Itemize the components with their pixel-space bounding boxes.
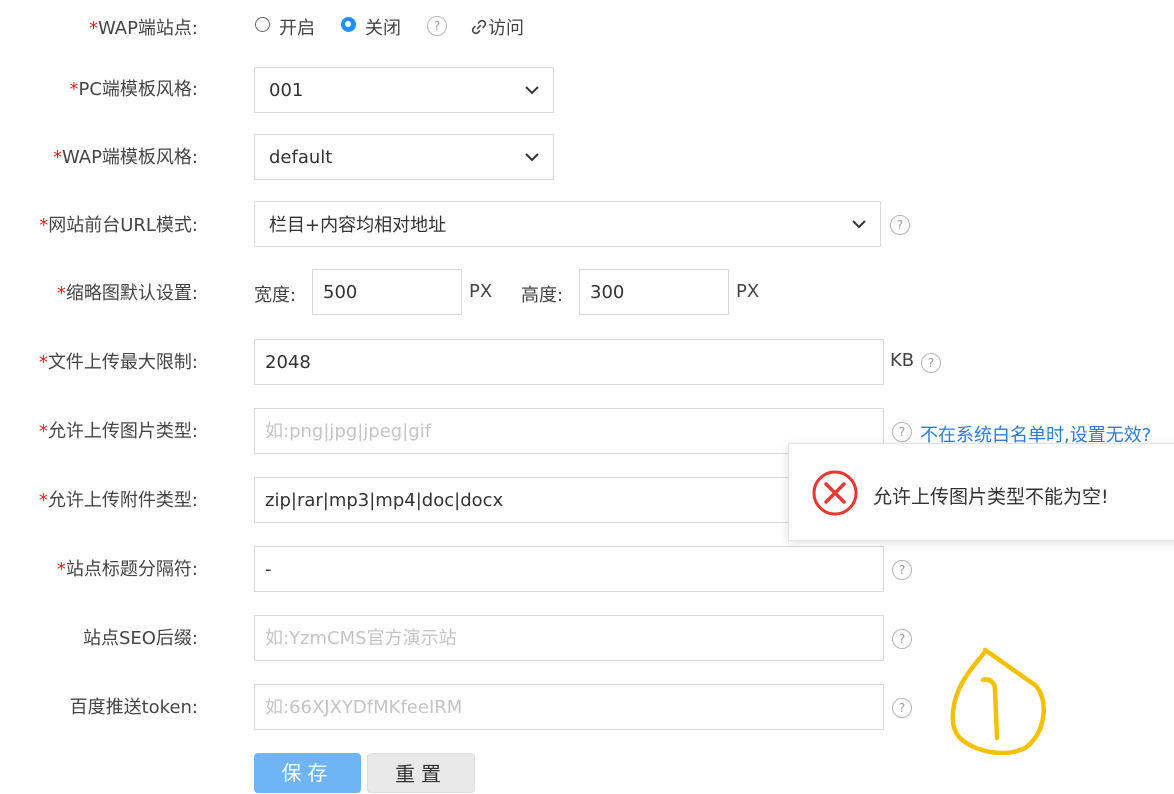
upload-max-row: *文件上传最大限制: KB ? [0,339,1174,385]
baidu-token-input[interactable] [254,684,884,730]
thumb-width-input[interactable] [312,269,462,315]
save-button[interactable]: 保存 [254,753,361,793]
wap-site-row: *WAP端站点: 开启 关闭 ? 访问 [0,14,1174,40]
wap-template-select[interactable]: default [254,134,554,180]
radio-wap-off[interactable] [341,17,356,32]
help-icon[interactable]: ? [921,353,941,373]
reset-button[interactable]: 重置 [367,753,475,793]
thumb-width-unit: PX [469,281,493,302]
seo-suffix-label: 站点SEO后缀: [82,628,198,649]
help-icon[interactable]: ? [892,629,912,649]
help-icon[interactable]: ? [890,215,910,235]
image-types-label: *允许上传图片类型: [38,421,198,442]
title-sep-label: *站点标题分隔符: [56,559,198,580]
thumb-height-input[interactable] [579,269,729,315]
thumb-width-label: 宽度: [254,285,297,306]
help-icon[interactable]: ? [427,16,447,36]
help-icon[interactable]: ? [892,422,912,442]
upload-max-unit: KB [890,350,915,371]
title-sep-row: *站点标题分隔符: ? [0,546,1174,592]
pc-template-select[interactable]: 001 [254,67,554,113]
url-mode-row: *网站前台URL模式: 栏目+内容均相对地址 ? [0,201,1174,247]
url-mode-label: *网站前台URL模式: [39,215,198,236]
pc-template-row: *PC端模板风格: 001 [0,67,1174,113]
required-mark: * [88,18,98,39]
wap-template-row: *WAP端模板风格: default [0,134,1174,180]
radio-wap-off-label[interactable]: 关闭 [365,14,401,40]
handwritten-annotation [950,647,1046,756]
link-icon [471,19,487,35]
error-icon [812,470,858,516]
title-sep-input[interactable] [254,546,884,592]
thumb-height-label: 高度: [521,285,564,306]
radio-wap-on-label[interactable]: 开启 [279,14,315,40]
upload-max-input[interactable] [254,339,884,385]
seo-suffix-input[interactable] [254,615,884,661]
thumb-label: *缩略图默认设置: [56,283,198,304]
radio-wap-on[interactable] [255,17,270,32]
wap-site-label: *WAP端站点: [88,18,198,39]
upload-max-label: *文件上传最大限制: [38,352,198,373]
chevron-down-icon [525,86,539,95]
chevron-down-icon [525,153,539,162]
chevron-down-icon [852,220,866,229]
toast-message: 允许上传图片类型不能为空! [873,486,1109,508]
baidu-token-label: 百度推送token: [69,697,198,718]
wap-template-label: *WAP端模板风格: [52,147,198,168]
pc-template-label: *PC端模板风格: [69,79,199,100]
error-toast: 允许上传图片类型不能为空! [788,443,1174,541]
help-icon[interactable]: ? [892,698,912,718]
thumb-height-unit: PX [736,281,760,302]
help-icon[interactable]: ? [892,560,912,580]
url-mode-select[interactable]: 栏目+内容均相对地址 [254,201,881,247]
visit-link[interactable]: 访问 [470,14,524,40]
attach-types-label: *允许上传附件类型: [38,490,198,511]
thumb-row: *缩略图默认设置: 宽度: PX 高度: PX [0,269,1174,315]
